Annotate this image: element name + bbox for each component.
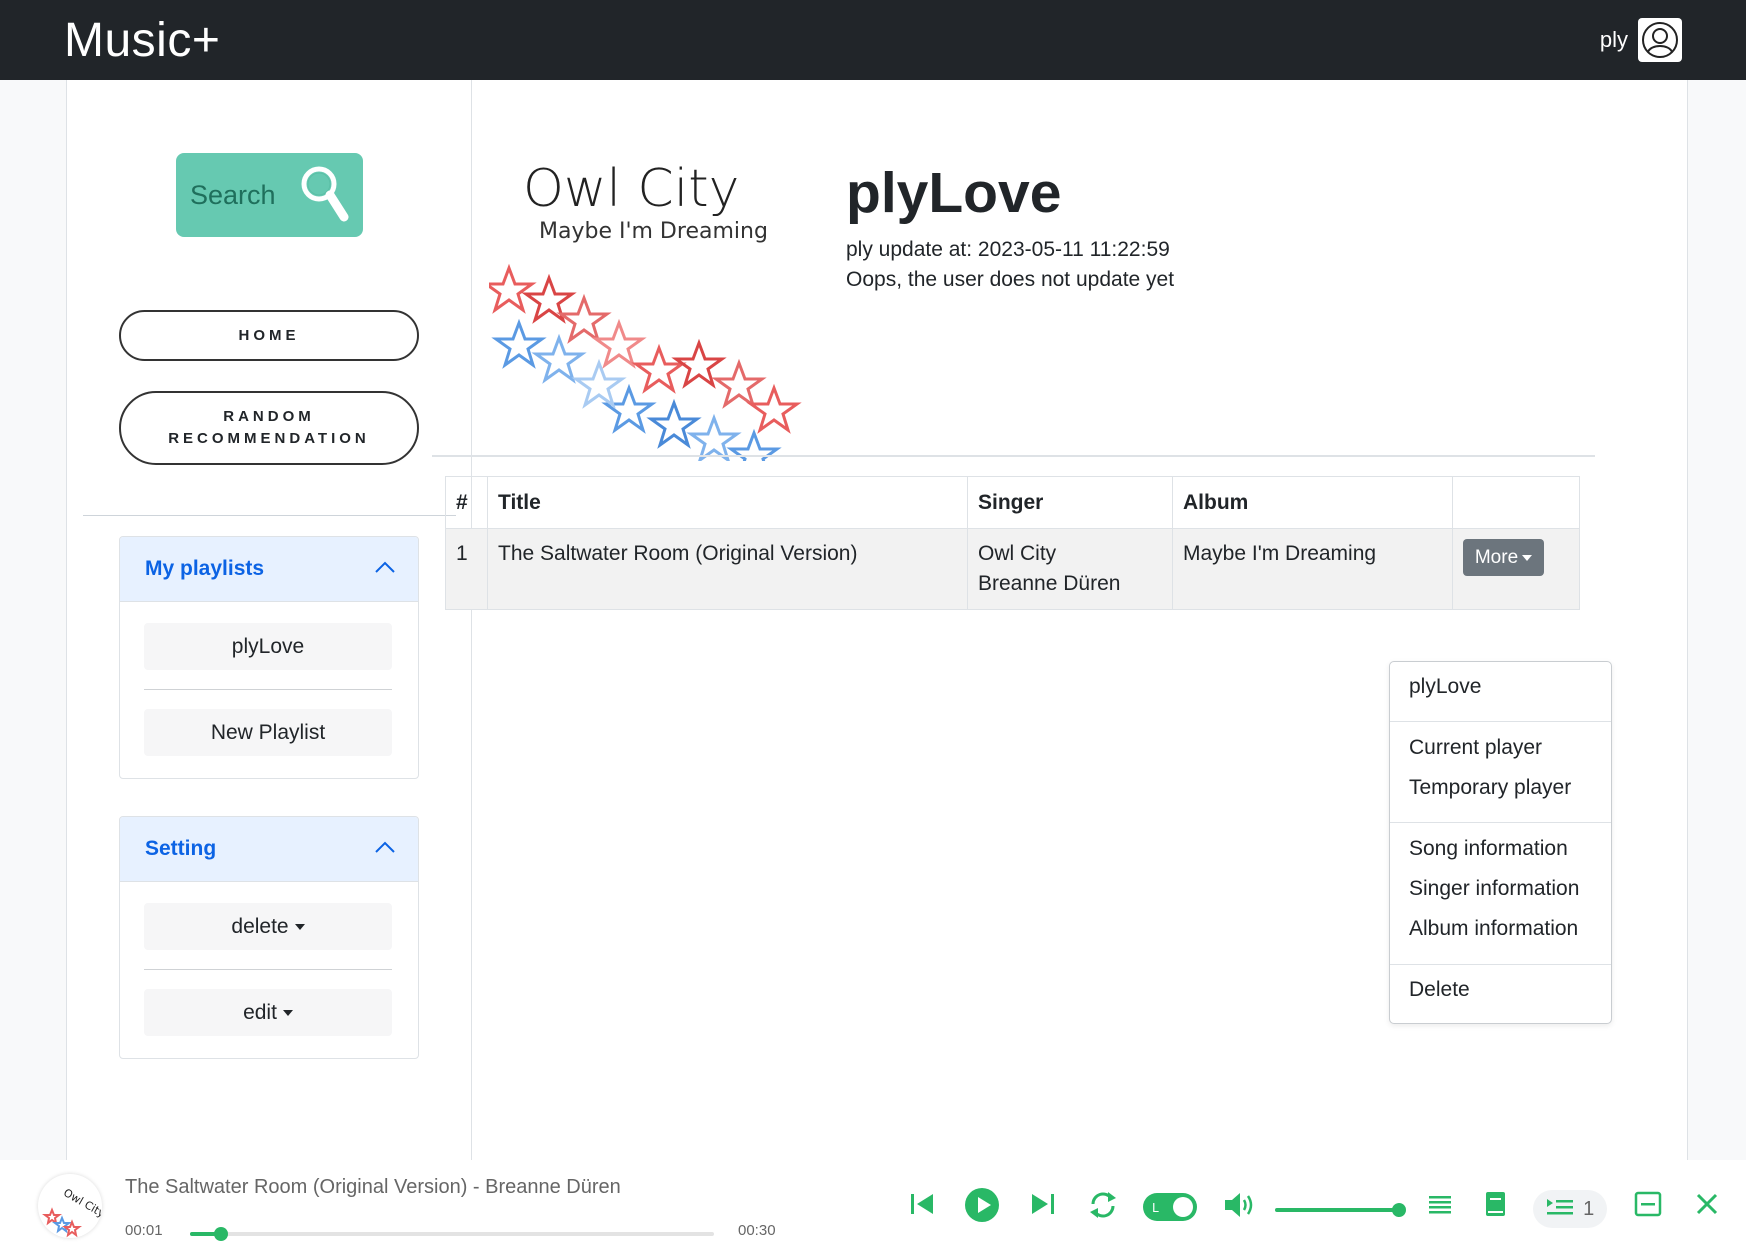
setting-header[interactable]: Setting <box>120 817 418 882</box>
caret-down-icon <box>294 923 305 930</box>
more-dropdown-menu: plyLove Current player Temporary player … <box>1389 661 1612 1024</box>
playlist-separator <box>144 689 392 690</box>
progress-knob[interactable] <box>214 1227 229 1241</box>
volume-icon[interactable] <box>1223 1190 1257 1225</box>
setting-title: Setting <box>145 837 217 860</box>
close-player-icon[interactable] <box>1694 1190 1720 1223</box>
play-icon[interactable] <box>964 1187 1000 1228</box>
sidebar-item-new-playlist[interactable]: New Playlist <box>144 709 392 756</box>
total-time: 00:30 <box>738 1222 776 1239</box>
songs-table: # Title Singer Album 1 The Saltwater Roo… <box>445 476 1580 610</box>
chevron-up-icon <box>374 560 396 579</box>
playlist-description: Oops, the user does not update yet <box>846 268 1175 291</box>
setting-accordion: Setting delete edit <box>119 816 419 1059</box>
singer-link[interactable]: Owl City <box>978 539 1162 569</box>
current-time: 00:01 <box>125 1222 163 1239</box>
song-index: 1 <box>445 528 488 610</box>
song-singers: Owl City Breanne Düren <box>967 528 1173 610</box>
menu-item-add-to-plylove[interactable]: plyLove <box>1409 675 1481 699</box>
playlist-cover-image: Owl City Maybe I'm Dreaming <box>481 148 803 479</box>
song-title[interactable]: The Saltwater Room (Original Version) <box>487 528 968 610</box>
queue-count: 1 <box>1583 1197 1595 1220</box>
caret-down-icon <box>282 1009 293 1016</box>
sidebar-divider <box>83 515 456 516</box>
cover-artist-text: Owl City <box>523 159 739 219</box>
brand-logo[interactable]: Music+ <box>64 13 220 68</box>
cover-album-text: Maybe I'm Dreaming <box>539 219 768 244</box>
user-name: ply <box>1599 27 1628 52</box>
menu-item-temporary-player[interactable]: Temporary player <box>1409 776 1571 800</box>
previous-track-icon[interactable] <box>908 1190 936 1223</box>
music-player-bar: Owl City The Saltwater Room (Original Ve… <box>0 1160 1746 1250</box>
playlist-meta: ply update at: 2023-05-11 11:22:59 Oops,… <box>846 235 1174 295</box>
lyrics-book-icon[interactable] <box>1484 1190 1508 1223</box>
menu-item-singer-information[interactable]: Singer information <box>1409 877 1579 901</box>
more-button[interactable]: More <box>1463 539 1544 576</box>
menu-item-delete[interactable]: Delete <box>1409 978 1470 1002</box>
top-navbar: Music+ ply <box>0 0 1746 80</box>
random-recommendation-button[interactable]: RANDOM RECOMMENDATION <box>119 391 419 465</box>
search-button-label: Search <box>190 179 276 210</box>
search-icon <box>299 164 349 227</box>
column-header-singer: Singer <box>967 476 1173 529</box>
repeat-icon[interactable] <box>1088 1190 1118 1225</box>
my-playlists-title: My playlists <box>145 557 265 580</box>
singer-link[interactable]: Breanne Düren <box>978 569 1162 599</box>
column-header-index: # <box>445 476 488 529</box>
home-button[interactable]: HOME <box>119 310 419 361</box>
now-playing-text: The Saltwater Room (Original Version) - … <box>125 1176 621 1198</box>
playlist-queue-icon[interactable] <box>1428 1190 1452 1223</box>
song-album[interactable]: Maybe I'm Dreaming <box>1172 528 1453 610</box>
playlist-updated: ply update at: 2023-05-11 11:22:59 <box>846 238 1170 261</box>
volume-slider[interactable] <box>1275 1203 1406 1217</box>
edit-dropdown-button[interactable]: edit <box>144 989 392 1036</box>
delete-dropdown-button[interactable]: delete <box>144 903 392 950</box>
song-actions: More <box>1452 528 1580 610</box>
main-divider <box>432 455 1595 457</box>
menu-divider <box>1390 822 1611 823</box>
column-header-album: Album <box>1172 476 1453 529</box>
svg-text:Owl City: Owl City <box>61 1186 102 1220</box>
loop-toggle-label: L <box>1152 1201 1159 1215</box>
chevron-up-icon <box>374 840 396 859</box>
setting-separator <box>144 969 392 970</box>
my-playlists-header[interactable]: My playlists <box>120 537 418 602</box>
progress-slider[interactable] <box>190 1227 714 1241</box>
sidebar-item-plylove[interactable]: plyLove <box>144 623 392 670</box>
now-playing-cover: Owl City <box>38 1174 102 1238</box>
caret-down-icon <box>1522 554 1533 561</box>
queue-list-icon <box>1546 1195 1574 1224</box>
playlist-title: plyLove <box>846 161 1062 225</box>
my-playlists-accordion: My playlists plyLove New Playlist <box>119 536 419 779</box>
search-button[interactable]: Search <box>176 153 363 237</box>
queue-count-button[interactable]: 1 <box>1533 1190 1607 1228</box>
menu-item-album-information[interactable]: Album information <box>1409 917 1578 941</box>
user-menu[interactable]: ply <box>1600 18 1682 62</box>
loop-toggle-switch[interactable]: L <box>1142 1192 1198 1227</box>
next-track-icon[interactable] <box>1029 1190 1057 1223</box>
menu-divider <box>1390 964 1611 965</box>
menu-divider <box>1390 721 1611 722</box>
table-header-row: # Title Singer Album <box>445 476 1580 529</box>
user-avatar-icon[interactable] <box>1638 18 1682 62</box>
sidebar: Search HOME RANDOM RECOMMENDATION My pla… <box>67 80 472 1160</box>
menu-item-song-information[interactable]: Song information <box>1409 837 1568 861</box>
menu-item-current-player[interactable]: Current player <box>1409 736 1542 760</box>
column-header-actions <box>1452 476 1580 529</box>
minimize-player-icon[interactable] <box>1634 1190 1662 1223</box>
delete-label: delete <box>231 914 289 938</box>
table-row[interactable]: 1 The Saltwater Room (Original Version) … <box>445 528 1580 610</box>
more-button-label: More <box>1474 546 1519 568</box>
volume-knob[interactable] <box>1392 1203 1406 1217</box>
edit-label: edit <box>243 1000 277 1024</box>
column-header-title: Title <box>487 476 968 529</box>
